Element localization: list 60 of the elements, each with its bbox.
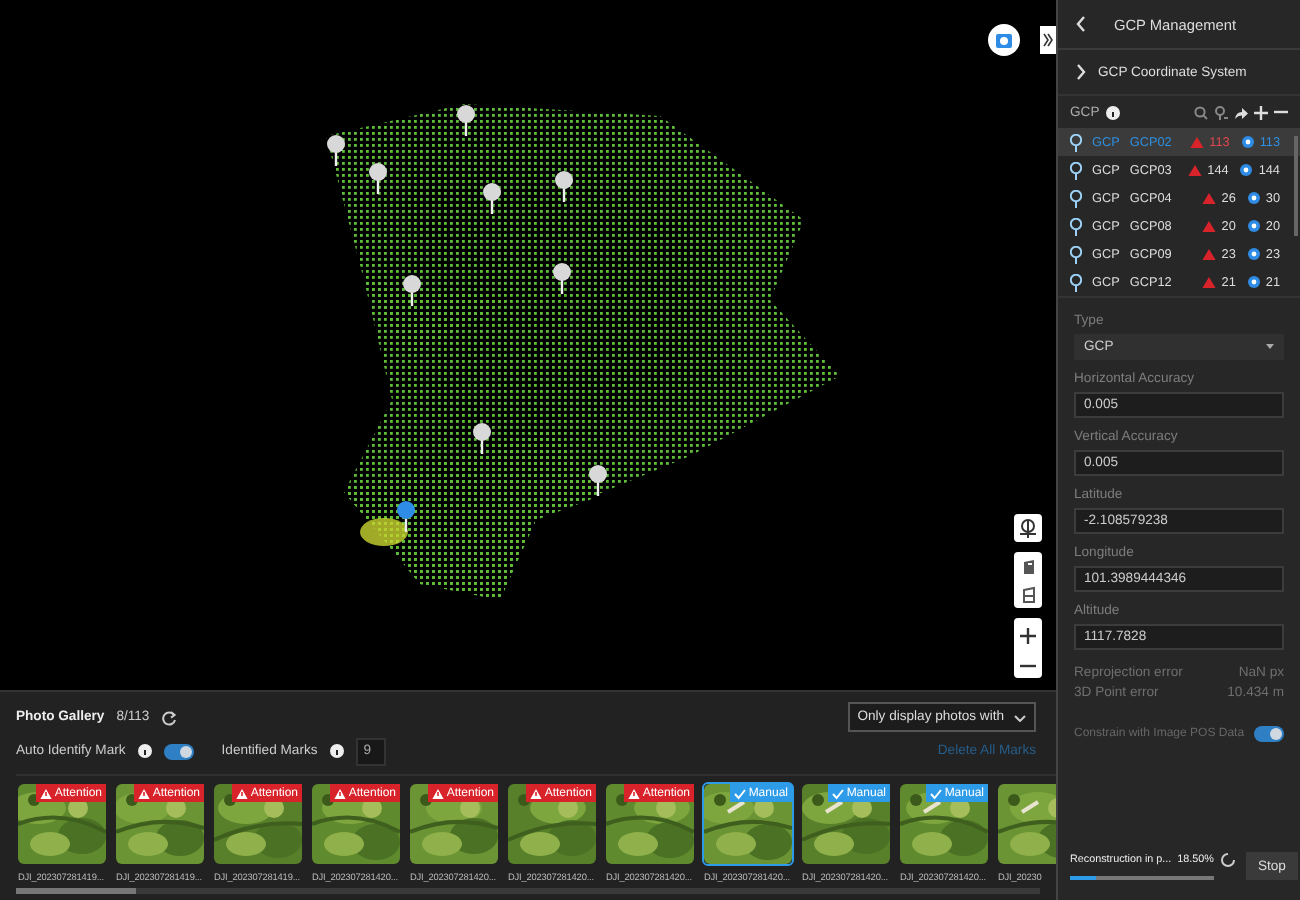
add-pin-icon[interactable] [1214, 105, 1228, 119]
warning-icon [530, 787, 543, 799]
cube-view-icon[interactable] [1021, 557, 1035, 575]
zoom-in-icon[interactable] [1020, 628, 1036, 644]
location-pin-icon[interactable] [588, 464, 608, 496]
location-pin-icon[interactable] [554, 170, 574, 202]
marker-icon [1241, 136, 1254, 148]
chevron-right-icon[interactable] [1076, 64, 1086, 80]
location-pin-icon[interactable] [396, 500, 416, 532]
marker-icon [1247, 220, 1260, 232]
spinner-icon [1219, 852, 1236, 868]
collapse-panel-button[interactable] [1040, 26, 1056, 54]
warning-icon [334, 787, 347, 799]
toggle-switch[interactable] [1254, 726, 1284, 742]
location-pin-icon[interactable] [472, 422, 492, 454]
check-icon [832, 787, 845, 799]
marker-icon [1240, 164, 1253, 176]
location-pin-icon[interactable] [552, 262, 572, 294]
location-pin-icon [1070, 273, 1082, 291]
info-icon[interactable] [329, 744, 344, 758]
location-pin-icon [1070, 189, 1082, 207]
location-pin-icon[interactable] [482, 182, 502, 214]
warning-icon [40, 787, 53, 799]
chevron-down-icon [1014, 713, 1026, 721]
location-pin-icon [1070, 161, 1082, 179]
cube-view-icon[interactable] [1021, 585, 1035, 603]
info-icon[interactable] [1105, 105, 1120, 119]
location-pin-icon[interactable] [456, 104, 476, 136]
warning-icon [236, 787, 249, 799]
info-icon[interactable] [137, 744, 152, 758]
camera-button[interactable] [988, 24, 1020, 56]
location-pin-icon [1070, 133, 1082, 151]
warning-icon [1201, 276, 1216, 288]
refresh-icon[interactable] [161, 709, 178, 725]
caret-icon [1266, 344, 1274, 350]
back-icon[interactable] [1076, 16, 1086, 32]
toggle-switch[interactable] [163, 743, 194, 759]
location-pin-icon [1070, 217, 1082, 235]
warning-icon [432, 787, 445, 799]
scrollbar[interactable] [1294, 136, 1298, 236]
warning-icon [628, 787, 641, 799]
warning-icon [1189, 136, 1204, 148]
check-icon [930, 787, 943, 799]
search-icon[interactable] [1194, 105, 1208, 119]
marker-icon [1247, 276, 1260, 288]
compass-button[interactable] [1014, 514, 1042, 542]
warning-icon [138, 787, 151, 799]
warning-icon [1187, 164, 1202, 176]
share-icon[interactable] [1234, 105, 1248, 119]
location-pin-icon [1070, 245, 1082, 263]
check-icon [734, 787, 747, 799]
location-pin-icon[interactable] [368, 162, 388, 194]
marker-icon [1247, 192, 1260, 204]
warning-icon [1201, 248, 1216, 260]
location-pin-icon[interactable] [326, 134, 346, 166]
warning-icon [1201, 220, 1216, 232]
warning-icon [1201, 192, 1216, 204]
marker-icon [1247, 248, 1260, 260]
add-icon[interactable] [1254, 105, 1268, 119]
location-pin-icon[interactable] [402, 274, 422, 306]
